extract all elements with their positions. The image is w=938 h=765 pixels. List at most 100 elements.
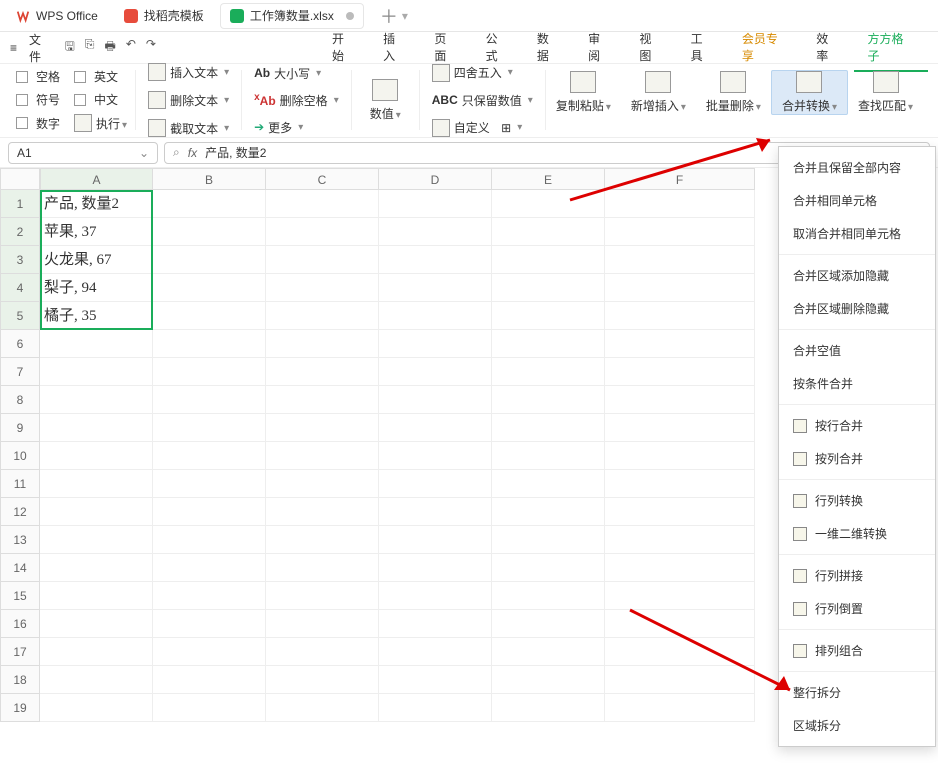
cell[interactable] xyxy=(492,470,605,498)
cell[interactable] xyxy=(153,218,266,246)
cell[interactable] xyxy=(379,554,492,582)
row-header[interactable]: 8 xyxy=(0,386,40,414)
cell[interactable] xyxy=(379,190,492,218)
cell[interactable] xyxy=(153,638,266,666)
cell[interactable] xyxy=(379,498,492,526)
cell[interactable] xyxy=(492,246,605,274)
run-button[interactable]: 执行 xyxy=(96,115,127,132)
row-header[interactable]: 15 xyxy=(0,582,40,610)
cell[interactable] xyxy=(379,386,492,414)
cell[interactable] xyxy=(40,666,153,694)
row-header[interactable]: 10 xyxy=(0,442,40,470)
fx-label[interactable]: fx xyxy=(188,146,197,160)
app-tab-templates[interactable]: 找稻壳模板 xyxy=(114,3,214,29)
row-header[interactable]: 2 xyxy=(0,218,40,246)
cell[interactable] xyxy=(153,610,266,638)
search-icon[interactable]: ⌕ xyxy=(173,145,180,160)
cell[interactable] xyxy=(605,218,755,246)
cut-text-button[interactable]: 截取文本 xyxy=(144,117,233,139)
cell[interactable] xyxy=(605,526,755,554)
custom-button[interactable]: 自定义 ⊞ xyxy=(428,117,537,139)
cell[interactable] xyxy=(379,442,492,470)
cell[interactable] xyxy=(492,274,605,302)
menu-merge-cond[interactable]: 按条件合并 xyxy=(779,367,935,400)
cell[interactable] xyxy=(40,526,153,554)
menu-merge-same[interactable]: 合并相同单元格 xyxy=(779,184,935,217)
col-header-A[interactable]: A xyxy=(40,168,153,190)
cell[interactable] xyxy=(40,554,153,582)
cell[interactable] xyxy=(605,274,755,302)
col-header-E[interactable]: E xyxy=(492,168,605,190)
cell[interactable] xyxy=(492,694,605,722)
cell[interactable] xyxy=(379,610,492,638)
keep-number-button[interactable]: ABC只保留数值 xyxy=(428,90,537,111)
cell[interactable] xyxy=(492,330,605,358)
cell[interactable] xyxy=(379,330,492,358)
cell[interactable] xyxy=(605,302,755,330)
row-header[interactable]: 13 xyxy=(0,526,40,554)
cell[interactable] xyxy=(153,414,266,442)
row-header[interactable]: 6 xyxy=(0,330,40,358)
cell[interactable] xyxy=(266,414,379,442)
case-button[interactable]: Ab大小写 xyxy=(250,63,343,84)
menu-merge-keep-all[interactable]: 合并且保留全部内容 xyxy=(779,151,935,184)
menu-merge-del-hidden[interactable]: 合并区域删除隐藏 xyxy=(779,292,935,325)
cell[interactable] xyxy=(40,638,153,666)
qat-redo-icon[interactable]: ↷ xyxy=(146,37,156,58)
cell[interactable] xyxy=(153,274,266,302)
row-header[interactable]: 3 xyxy=(0,246,40,274)
cell[interactable] xyxy=(153,302,266,330)
cell[interactable] xyxy=(153,554,266,582)
cell[interactable] xyxy=(266,638,379,666)
checkbox-chinese[interactable] xyxy=(74,94,86,106)
cell[interactable] xyxy=(40,386,153,414)
cell[interactable] xyxy=(605,582,755,610)
cell[interactable] xyxy=(266,666,379,694)
cell[interactable] xyxy=(379,470,492,498)
cell[interactable] xyxy=(266,246,379,274)
col-header-B[interactable]: B xyxy=(153,168,266,190)
cell[interactable] xyxy=(153,526,266,554)
row-header[interactable]: 9 xyxy=(0,414,40,442)
insert-text-button[interactable]: 插入文本 xyxy=(144,61,233,83)
cell[interactable] xyxy=(266,330,379,358)
bulk-delete-button[interactable]: 批量删除 xyxy=(696,71,771,114)
checkbox-english[interactable] xyxy=(74,71,86,83)
cell[interactable] xyxy=(379,582,492,610)
row-header[interactable]: 4 xyxy=(0,274,40,302)
cell[interactable] xyxy=(153,246,266,274)
cell[interactable]: 苹果, 37 xyxy=(40,218,153,246)
delete-blank-button[interactable]: xAb删除空格 xyxy=(250,90,343,111)
row-header[interactable]: 7 xyxy=(0,358,40,386)
menu-split-row[interactable]: 整行拆分 xyxy=(779,676,935,709)
checkbox-space[interactable] xyxy=(16,71,28,83)
cell[interactable] xyxy=(40,358,153,386)
row-header[interactable]: 18 xyxy=(0,666,40,694)
menu-merge-cols[interactable]: 按列合并 xyxy=(779,442,935,475)
merge-convert-button[interactable]: 合并转换 xyxy=(771,70,848,115)
tab-efficiency[interactable]: 效率 xyxy=(802,24,853,72)
cell[interactable] xyxy=(492,386,605,414)
cell[interactable] xyxy=(153,330,266,358)
cell[interactable] xyxy=(153,386,266,414)
cell[interactable] xyxy=(605,358,755,386)
cell[interactable] xyxy=(40,610,153,638)
cell[interactable] xyxy=(605,610,755,638)
cell[interactable] xyxy=(605,386,755,414)
delete-text-button[interactable]: 删除文本 xyxy=(144,89,233,111)
cell[interactable] xyxy=(266,274,379,302)
qat-export-icon[interactable]: ⎘ xyxy=(85,37,95,58)
new-insert-button[interactable]: 新增插入 xyxy=(621,71,696,114)
tab-ffgz[interactable]: 方方格子 xyxy=(854,24,928,72)
cell[interactable] xyxy=(605,190,755,218)
cell[interactable] xyxy=(379,414,492,442)
cell[interactable] xyxy=(153,190,266,218)
cell[interactable] xyxy=(492,526,605,554)
cell[interactable] xyxy=(153,666,266,694)
cell[interactable] xyxy=(153,498,266,526)
select-all-cell[interactable] xyxy=(0,168,40,190)
more-button[interactable]: ➔更多 xyxy=(250,117,343,138)
tab-menu-chevron-icon[interactable]: ▾ xyxy=(402,9,408,23)
cell[interactable] xyxy=(492,414,605,442)
row-header[interactable]: 12 xyxy=(0,498,40,526)
